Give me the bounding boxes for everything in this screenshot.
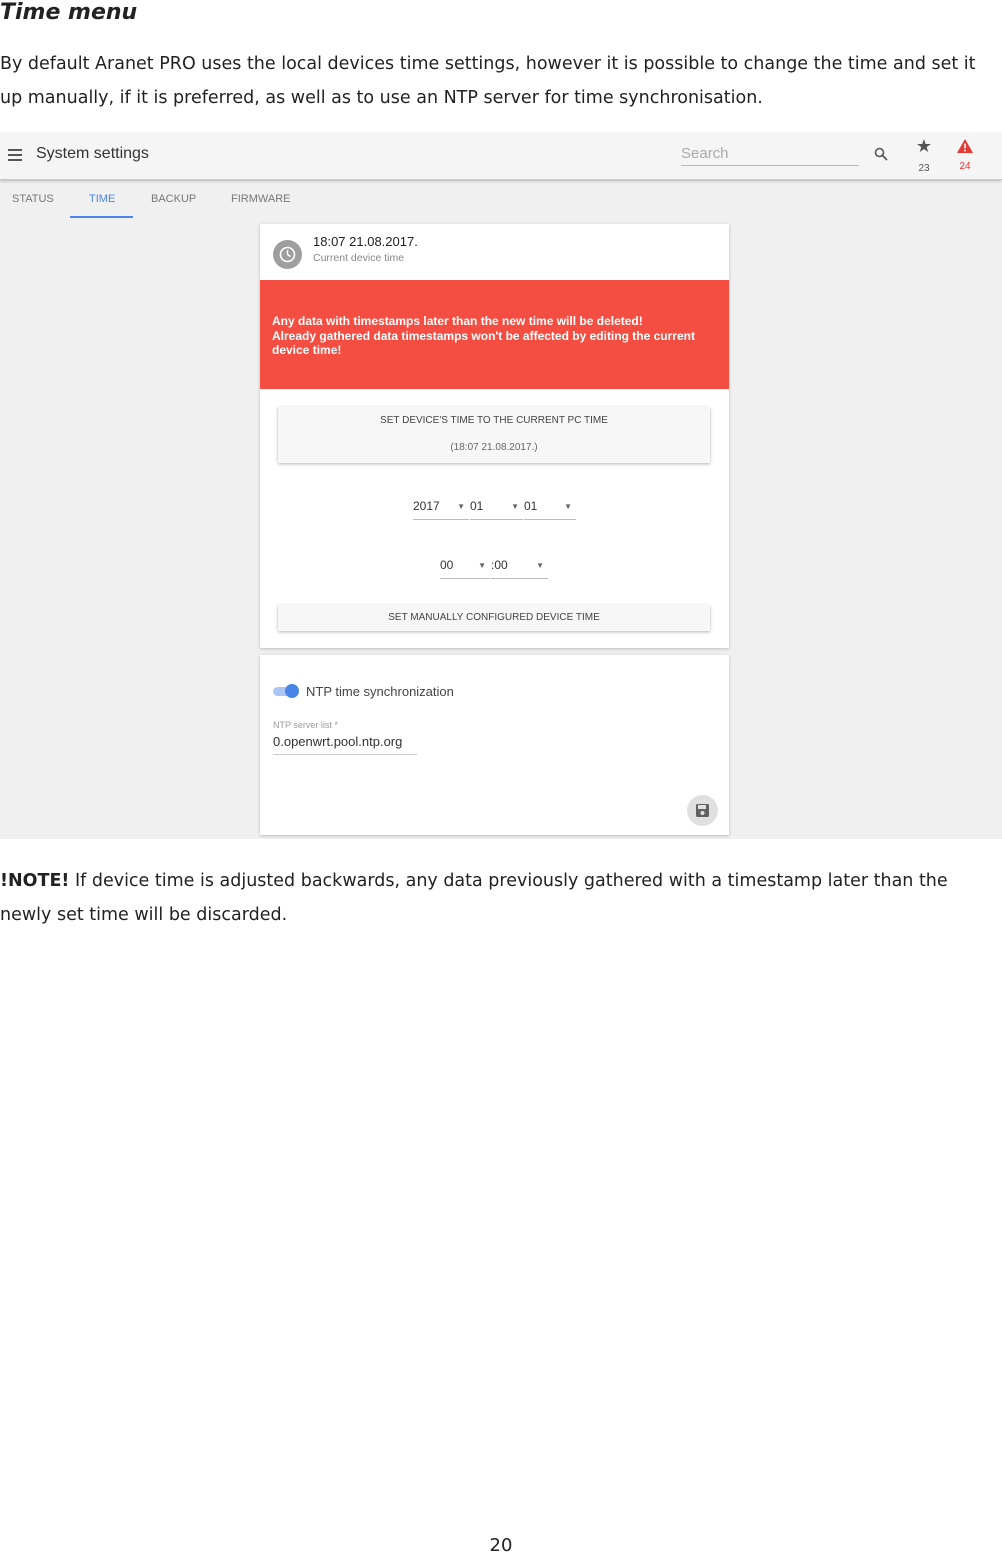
tab-status[interactable]: STATUS: [12, 193, 54, 205]
star-icon: ★: [915, 136, 933, 157]
set-pc-time-button[interactable]: SET DEVICE'S TIME TO THE CURRENT PC TIME…: [278, 407, 710, 463]
year-value: 2017: [413, 499, 440, 513]
ntp-server-list-input[interactable]: 0.openwrt.pool.ntp.org: [273, 734, 417, 755]
chevron-down-icon: ▼: [511, 502, 519, 511]
intro-paragraph: By default Aranet PRO uses the local dev…: [0, 54, 976, 108]
app-toolbar: System settings Search ★ 23 24: [0, 132, 1002, 180]
tab-time[interactable]: TIME: [89, 193, 115, 205]
minute-select[interactable]: :00 ▼: [491, 558, 548, 579]
minute-value: :00: [491, 558, 508, 572]
warning-banner: Any data with timestamps later than the …: [260, 280, 729, 389]
hour-value: 00: [440, 558, 454, 572]
screenshot: System settings Search ★ 23 24 STATUS TI…: [0, 132, 1002, 839]
set-pc-time-label: SET DEVICE'S TIME TO THE CURRENT PC TIME: [380, 415, 608, 426]
year-select[interactable]: 2017 ▼: [413, 499, 469, 520]
note-label: !NOTE!: [0, 871, 70, 891]
settings-tabs: STATUS TIME BACKUP FIRMWARE: [0, 181, 1002, 218]
hamburger-menu-icon[interactable]: [8, 149, 22, 161]
tab-firmware[interactable]: FIRMWARE: [231, 193, 290, 205]
favorites-count: 23: [918, 163, 930, 174]
time-card: 18:07 21.08.2017. Current device time An…: [260, 224, 729, 648]
current-device-time: 18:07 21.08.2017.: [313, 234, 418, 249]
day-value: 01: [524, 499, 538, 513]
page-number: 20: [489, 1535, 513, 1556]
ntp-toggle-label: NTP time synchronization: [306, 684, 454, 699]
warning-text-line1: Any data with timestamps later than the …: [272, 314, 643, 328]
search-icon[interactable]: [874, 147, 888, 161]
app-title: System settings: [36, 145, 149, 162]
month-select[interactable]: 01 ▼: [470, 499, 523, 520]
warning-icon: [957, 139, 973, 153]
set-manual-time-button[interactable]: SET MANUALLY CONFIGURED DEVICE TIME: [278, 605, 710, 631]
search-input[interactable]: Search: [681, 145, 859, 166]
active-tab-indicator: [70, 216, 133, 218]
favorites-button[interactable]: ★ 23: [913, 138, 935, 175]
chevron-down-icon: ▼: [536, 561, 544, 570]
floppy-disk-icon: [696, 804, 709, 817]
chevron-down-icon: ▼: [564, 502, 572, 511]
current-device-time-label: Current device time: [313, 252, 405, 264]
ntp-toggle[interactable]: [273, 684, 299, 698]
note-text: If device time is adjusted backwards, an…: [0, 871, 948, 925]
ntp-card: NTP time synchronization NTP server list…: [260, 655, 729, 835]
day-select[interactable]: 01 ▼: [524, 499, 576, 520]
tab-backup[interactable]: BACKUP: [151, 193, 196, 205]
ntp-server-list-label: NTP server list *: [273, 720, 338, 730]
warning-text-line2: Already gathered data timestamps won't b…: [272, 328, 695, 358]
doc-heading: Time menu: [0, 0, 138, 25]
save-button[interactable]: [687, 795, 718, 826]
set-pc-time-value: (18:07 21.08.2017.): [450, 442, 538, 453]
clock-icon: [273, 240, 302, 269]
month-value: 01: [470, 499, 484, 513]
note-paragraph: !NOTE! If device time is adjusted backwa…: [0, 864, 1002, 932]
hour-select[interactable]: 00 ▼: [440, 558, 490, 579]
chevron-down-icon: ▼: [478, 561, 486, 570]
chevron-down-icon: ▼: [457, 502, 465, 511]
alerts-button[interactable]: 24: [954, 138, 976, 173]
alerts-count: 24: [959, 161, 971, 172]
